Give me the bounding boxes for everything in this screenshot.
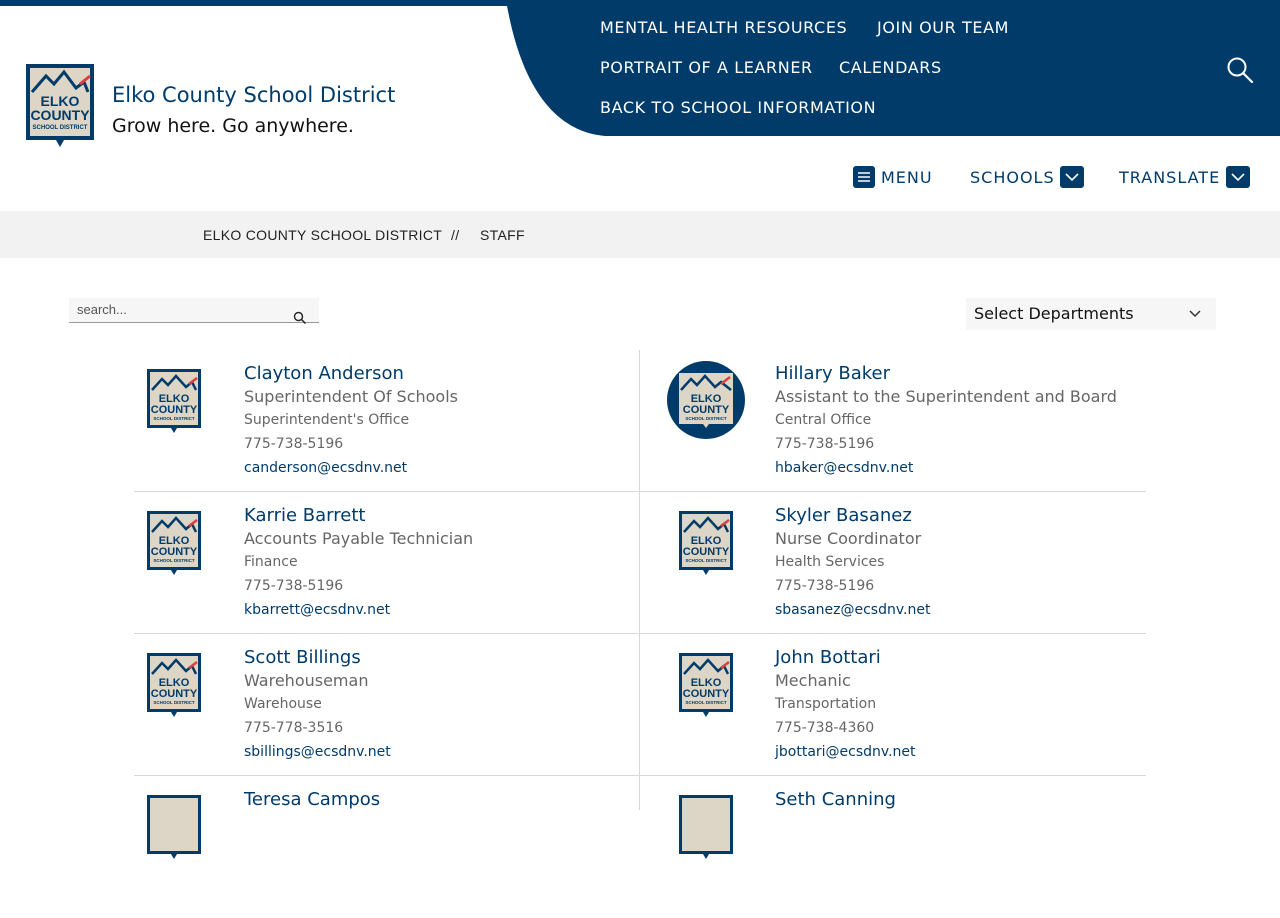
staff-phone: 775-738-5196 <box>775 578 875 594</box>
staff-title: Superintendent Of Schools <box>244 387 458 406</box>
staff-photo-placeholder: ELKOCOUNTYSCHOOL DISTRICT <box>679 653 733 717</box>
staff-photo-placeholder <box>679 795 733 859</box>
district-logo[interactable]: ELKO COUNTY SCHOOL DISTRICT <box>24 62 96 148</box>
menu-button[interactable]: MENU <box>853 164 933 190</box>
staff-department: Health Services <box>775 554 885 570</box>
avatar-logo-word: COUNTY <box>683 546 730 558</box>
staff-department: Superintendent's Office <box>244 412 410 428</box>
staff-email-link[interactable]: sbasanez@ecsdnv.net <box>775 602 930 618</box>
link-calendars[interactable]: CALENDARS <box>839 58 942 77</box>
breadcrumb-separator: // <box>451 227 460 243</box>
avatar-logo-word: SCHOOL DISTRICT <box>685 700 726 705</box>
staff-card: ELKO COUNTY SCHOOL DISTRICT Karrie Barrett… <box>134 492 639 634</box>
staff-card: Teresa Campos <box>134 776 639 918</box>
avatar-logo-word: SCHOOL DISTRICT <box>153 558 194 563</box>
staff-email-link[interactable]: hbaker@ecsdnv.net <box>775 460 913 476</box>
chevron-down-icon <box>1226 166 1251 188</box>
staff-department: Transportation <box>775 696 877 712</box>
staff-department: Warehouse <box>244 696 322 712</box>
staff-card: Seth Canning <box>640 776 1145 918</box>
hamburger-icon <box>853 166 875 188</box>
avatar-logo-word: SCHOOL DISTRICT <box>685 558 726 563</box>
breadcrumb-home-link[interactable]: ELKO COUNTY SCHOOL DISTRICT <box>203 227 442 243</box>
staff-card: ELKO COUNTY SCHOOL DISTRICT Skyler Basanez… <box>640 492 1145 634</box>
menu-label: MENU <box>881 167 933 187</box>
link-portrait-of-a-learner[interactable]: PORTRAIT OF A LEARNER <box>600 58 813 77</box>
avatar-logo-word: COUNTY <box>151 546 198 558</box>
staff-title: Mechanic <box>775 671 851 690</box>
staff-card: ELKO COUNTY SCHOOL DISTRICT Scott Billings… <box>134 634 639 776</box>
staff-name[interactable]: Scott Billings <box>244 647 361 668</box>
staff-search-input[interactable] <box>69 298 295 320</box>
avatar-logo-word: SCHOOL DISTRICT <box>153 416 194 421</box>
search-icon[interactable] <box>1226 56 1254 84</box>
translate-label: TRANSLATE <box>1119 167 1221 187</box>
logo-word-2: COUNTY <box>30 107 90 123</box>
staff-photo-placeholder: ELKOCOUNTYSCHOOL DISTRICT <box>667 361 745 439</box>
staff-directory: ELKO COUNTY SCHOOL DISTRICT Clayton Anders… <box>134 350 1146 859</box>
staff-card: ELKO COUNTY SCHOOL DISTRICT Hillary Baker … <box>640 350 1145 492</box>
staff-email-link[interactable]: jbottari@ecsdnv.net <box>775 744 916 760</box>
staff-photo-placeholder: ELKOCOUNTYSCHOOL DISTRICT <box>147 369 201 433</box>
staff-photo-placeholder: ELKOCOUNTYSCHOOL DISTRICT <box>147 511 201 575</box>
site-tagline: Grow here. Go anywhere. <box>112 115 354 137</box>
schools-label: SCHOOLS <box>970 167 1055 187</box>
avatar-logo-word: SCHOOL DISTRICT <box>685 416 726 421</box>
staff-phone: 775-738-4360 <box>775 720 875 736</box>
staff-email-link[interactable]: sbillings@ecsdnv.net <box>244 744 391 760</box>
staff-title: Assistant to the Superintendent and Boar… <box>775 387 1117 406</box>
avatar-logo-word: SCHOOL DISTRICT <box>153 700 194 705</box>
department-select-value: Select Departments <box>974 304 1134 323</box>
avatar-logo-word: COUNTY <box>151 404 198 416</box>
link-back-to-school-information[interactable]: BACK TO SCHOOL INFORMATION <box>600 98 876 117</box>
staff-email-link[interactable]: canderson@ecsdnv.net <box>244 460 407 476</box>
avatar-logo-word: COUNTY <box>683 688 730 700</box>
staff-phone: 775-778-3516 <box>244 720 344 736</box>
staff-name[interactable]: Hillary Baker <box>775 363 890 384</box>
staff-title: Accounts Payable Technician <box>244 529 474 548</box>
link-join-our-team[interactable]: JOIN OUR TEAM <box>877 18 1009 37</box>
avatar-logo-word: COUNTY <box>683 404 730 416</box>
search-icon[interactable] <box>293 311 307 325</box>
staff-search <box>69 298 319 325</box>
staff-photo-placeholder: ELKOCOUNTYSCHOOL DISTRICT <box>679 511 733 575</box>
staff-title: Warehouseman <box>244 671 369 690</box>
staff-department: Central Office <box>775 412 872 428</box>
staff-card: ELKO COUNTY SCHOOL DISTRICT John Bottari M… <box>640 634 1145 776</box>
staff-name[interactable]: John Bottari <box>775 647 881 668</box>
staff-name[interactable]: Skyler Basanez <box>775 505 912 526</box>
staff-phone: 775-738-5196 <box>244 578 344 594</box>
staff-email-link[interactable]: kbarrett@ecsdnv.net <box>244 602 390 618</box>
staff-photo-placeholder: ELKOCOUNTYSCHOOL DISTRICT <box>147 653 201 717</box>
logo-word-3: SCHOOL DISTRICT <box>33 125 88 131</box>
staff-name[interactable]: Clayton Anderson <box>244 363 404 384</box>
staff-photo-placeholder <box>147 795 201 859</box>
site-name[interactable]: Elko County School District <box>112 83 395 107</box>
chevron-down-icon <box>1059 166 1084 188</box>
staff-name[interactable]: Karrie Barrett <box>244 505 365 526</box>
breadcrumb <box>0 211 1280 258</box>
avatar-logo-word: COUNTY <box>151 688 198 700</box>
staff-card: ELKO COUNTY SCHOOL DISTRICT Clayton Anders… <box>134 350 639 492</box>
department-select[interactable]: Select Departments <box>966 298 1216 330</box>
chevron-down-icon <box>1189 310 1201 318</box>
staff-phone: 775-738-5196 <box>244 436 344 452</box>
breadcrumb-current: STAFF <box>480 227 525 243</box>
staff-title: Nurse Coordinator <box>775 529 922 548</box>
link-mental-health-resources[interactable]: MENTAL HEALTH RESOURCES <box>600 18 847 37</box>
staff-department: Finance <box>244 554 298 570</box>
staff-phone: 775-738-5196 <box>775 436 875 452</box>
schools-dropdown[interactable]: SCHOOLS <box>970 164 1084 190</box>
translate-dropdown[interactable]: TRANSLATE <box>1119 164 1251 190</box>
